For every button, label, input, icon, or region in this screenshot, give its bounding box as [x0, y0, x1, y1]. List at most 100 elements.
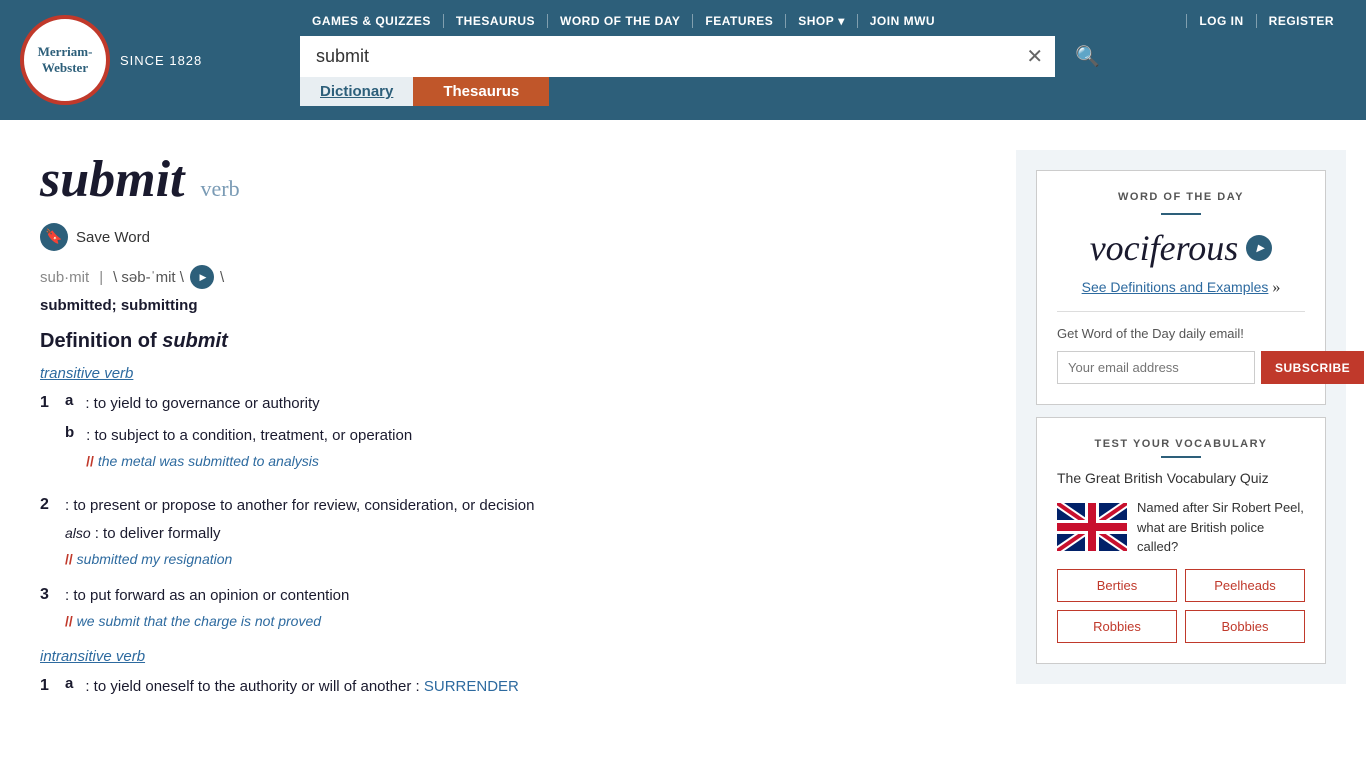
vocab-box: TEST YOUR VOCABULARY The Great British V… [1036, 417, 1326, 664]
surrender-link[interactable]: SURRENDER [424, 678, 519, 695]
wotd-label: WORD OF THE DAY [1057, 191, 1305, 203]
pron-ipa: \ səb-ˈmit \ [113, 269, 184, 286]
right-panel: WORD OF THE DAY vociferous See Definitio… [1016, 140, 1346, 750]
def-1b-text: : to subject to a condition, treatment, … [86, 427, 412, 444]
def-letter-a: a [65, 392, 73, 409]
search-nav: GAMES & QUIZZES THESAURUS WORD OF THE DA… [300, 14, 1346, 106]
def-number-3: 3 [40, 584, 65, 604]
part-of-speech: verb [201, 176, 240, 201]
save-word-button[interactable]: 🔖 Save Word [40, 223, 966, 251]
site-header: Merriam- Webster SINCE 1828 GAMES & QUIZ… [0, 0, 1366, 120]
word-heading-row: submit verb [40, 150, 966, 209]
wotd-link-row: See Definitions and Examples » [1057, 279, 1305, 297]
def-2-text: : to present or propose to another for r… [65, 497, 534, 514]
audio-button[interactable] [190, 265, 214, 289]
email-row: SUBSCRIBE [1057, 351, 1305, 384]
definition-2: 2 : to present or propose to another for… [40, 494, 966, 570]
chevron-down-icon: ▾ [838, 14, 845, 28]
nav-join[interactable]: JOIN MWU [858, 14, 947, 28]
def-content-2: : to present or propose to another for r… [65, 494, 966, 570]
intrans-def-1a-text: : to yield oneself to the authority or w… [85, 678, 424, 695]
quiz-option-4[interactable]: Bobbies [1185, 610, 1305, 643]
top-nav: GAMES & QUIZZES THESAURUS WORD OF THE DA… [300, 14, 1346, 36]
def-1b-example: // the metal was submitted to analysis [86, 451, 966, 472]
wotd-box: WORD OF THE DAY vociferous See Definitio… [1016, 150, 1346, 684]
word-title: submit [40, 151, 185, 208]
login-link[interactable]: LOG IN [1186, 14, 1255, 28]
intrans-def-letter-a: a [65, 675, 73, 692]
wotd-divider [1161, 213, 1201, 215]
verb-type-intransitive: intransitive verb [40, 648, 966, 665]
wotd-definitions-link[interactable]: See Definitions and Examples [1082, 279, 1269, 295]
quiz-option-2[interactable]: Peelheads [1185, 569, 1305, 602]
clear-search-button[interactable]: ✕ [1014, 36, 1055, 77]
def-content-3: : to put forward as an opinion or conten… [65, 584, 966, 632]
logo-area: Merriam- Webster SINCE 1828 [20, 15, 300, 105]
logo[interactable]: Merriam- Webster [20, 15, 110, 105]
right-panel-inner: WORD OF THE DAY vociferous See Definitio… [1016, 140, 1346, 684]
left-panel: submit verb 🔖 Save Word sub·mit | \ səb-… [20, 140, 986, 750]
since-text: SINCE 1828 [120, 53, 202, 68]
intrans-def-1a: a : to yield oneself to the authority or… [65, 675, 966, 699]
quiz-options: Berties Peelheads Robbies Bobbies [1057, 569, 1305, 643]
definition-3: 3 : to put forward as an opinion or cont… [40, 584, 966, 632]
vocab-divider [1161, 456, 1201, 458]
save-word-label: Save Word [76, 229, 150, 246]
main-content: submit verb 🔖 Save Word sub·mit | \ səb-… [0, 120, 1366, 770]
auth-links: LOG IN REGISTER [1186, 14, 1346, 28]
nav-thesaurus[interactable]: THESAURUS [444, 14, 548, 28]
verb-type-transitive: transitive verb [40, 365, 966, 382]
def-number-2: 2 [40, 494, 65, 514]
def-letter-b: b [65, 424, 74, 441]
nav-word-of-day[interactable]: WORD OF THE DAY [548, 14, 693, 28]
wotd-audio-button[interactable] [1246, 235, 1272, 261]
quiz-option-3[interactable]: Robbies [1057, 610, 1177, 643]
intrans-definition-1: 1 a : to yield oneself to the authority … [40, 675, 966, 707]
nav-shop[interactable]: SHOP ▾ [786, 14, 858, 28]
vocab-question: Named after Sir Robert Peel, what are Br… [1137, 498, 1305, 557]
tab-dictionary[interactable]: Dictionary [300, 77, 413, 106]
pronunciation: sub·mit | \ səb-ˈmit \ \ [40, 265, 966, 289]
def-1a-text: : to yield to governance or authority [85, 395, 319, 412]
subscribe-button[interactable]: SUBSCRIBE [1261, 351, 1364, 384]
vocab-label: TEST YOUR VOCABULARY [1057, 438, 1305, 450]
wotd-word: vociferous [1090, 227, 1239, 269]
search-button[interactable]: 🔍 [1055, 36, 1120, 77]
intrans-def-number-1: 1 [40, 675, 65, 695]
vocab-quiz-title: The Great British Vocabulary Quiz [1057, 470, 1305, 486]
pron-word: sub·mit [40, 269, 89, 286]
def-1b: b : to subject to a condition, treatment… [65, 424, 966, 472]
wotd-inner: WORD OF THE DAY vociferous See Definitio… [1036, 170, 1326, 405]
def-3-example: // we submit that the charge is not prov… [65, 611, 966, 632]
nav-features[interactable]: FEATURES [693, 14, 786, 28]
bookmark-icon: 🔖 [40, 223, 68, 251]
wotd-word-row: vociferous [1057, 227, 1305, 269]
def-2-example: // submitted my resignation [65, 549, 966, 570]
tab-thesaurus[interactable]: Thesaurus [413, 77, 549, 106]
def-2-also: also : to deliver formally [65, 522, 966, 546]
definition-header: Definition of submit [40, 330, 966, 353]
word-forms: submitted; submitting [40, 297, 966, 314]
def-1a: a : to yield to governance or authority [65, 392, 966, 416]
def-2-also-text: : to deliver formally [95, 525, 221, 542]
wotd-link-arrow: » [1272, 279, 1280, 296]
search-input[interactable] [300, 36, 1014, 77]
vocab-image-row: Named after Sir Robert Peel, what are Br… [1057, 498, 1305, 557]
def-content-1: a : to yield to governance or authority … [65, 392, 966, 472]
wotd-hr [1057, 311, 1305, 312]
intrans-def-content-1: a : to yield oneself to the authority or… [65, 675, 966, 699]
also-label: also [65, 525, 91, 541]
quiz-option-1[interactable]: Berties [1057, 569, 1177, 602]
definition-1: 1 a : to yield to governance or authorit… [40, 392, 966, 480]
pron-separator: | [99, 269, 103, 286]
register-link[interactable]: REGISTER [1256, 14, 1346, 28]
pron-backslash: \ [220, 269, 224, 286]
def-1a-content: : to yield to governance or authority [85, 392, 966, 416]
def-3-text: : to put forward as an opinion or conten… [65, 587, 349, 604]
def-1b-content: : to subject to a condition, treatment, … [86, 424, 966, 472]
dict-tabs: Dictionary Thesaurus [300, 77, 1120, 106]
main-nav: GAMES & QUIZZES THESAURUS WORD OF THE DA… [300, 14, 947, 28]
nav-games[interactable]: GAMES & QUIZZES [300, 14, 444, 28]
email-input[interactable] [1057, 351, 1255, 384]
intrans-def-1a-content: : to yield oneself to the authority or w… [85, 675, 966, 699]
